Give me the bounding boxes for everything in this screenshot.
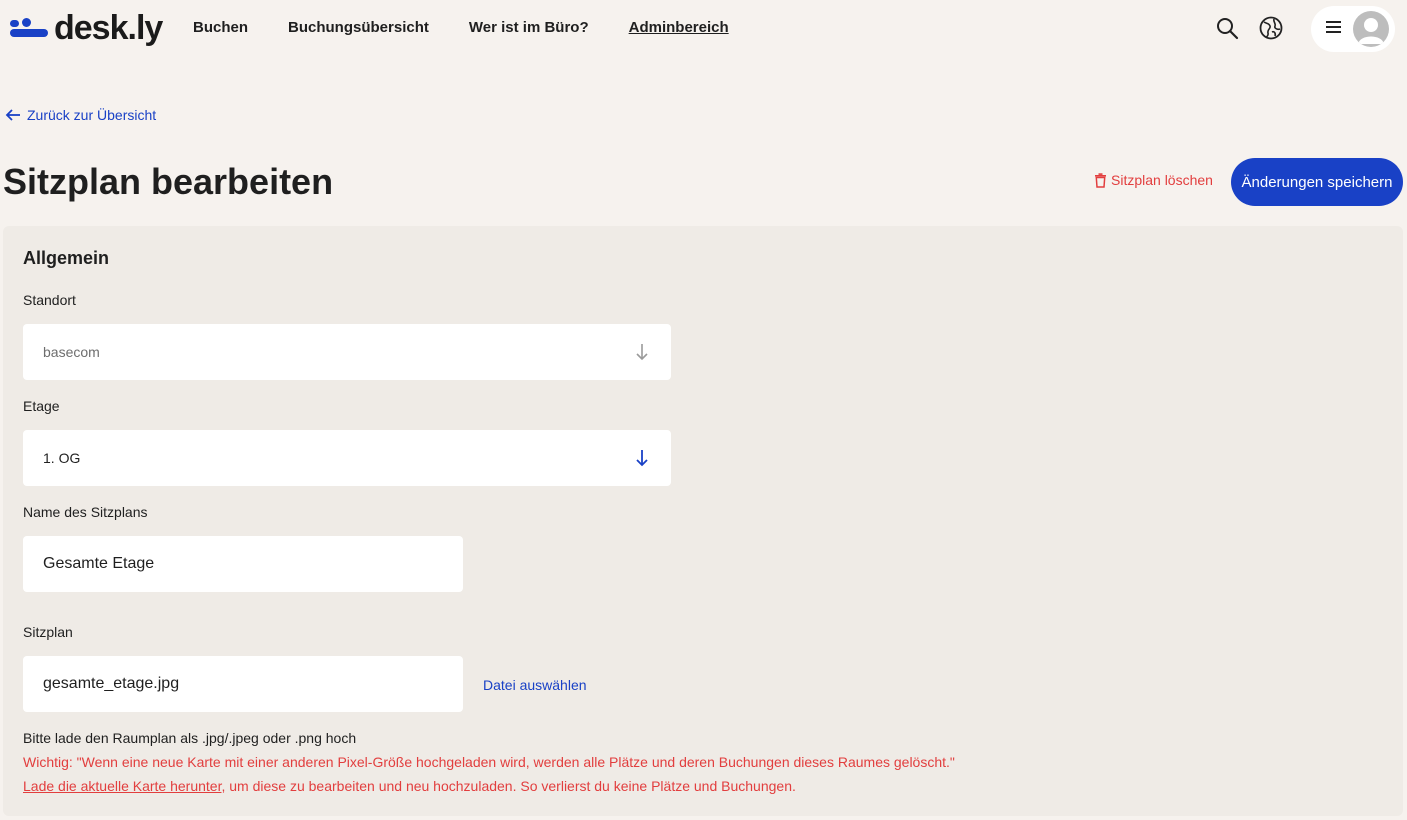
download-hint-text: , um diese zu bearbeiten und neu hochzul…	[221, 778, 796, 794]
sitzplan-label: Sitzplan	[23, 624, 73, 640]
name-label: Name des Sitzplans	[23, 504, 148, 520]
logo-mark-icon	[10, 18, 50, 38]
download-hint: Lade die aktuelle Karte herunter, um die…	[23, 774, 796, 798]
save-changes-button[interactable]: Änderungen speichern	[1231, 158, 1403, 206]
format-hint: Bitte lade den Raumplan als .jpg/.jpeg o…	[23, 730, 357, 746]
avatar	[1353, 11, 1389, 47]
search-icon[interactable]	[1213, 14, 1241, 42]
etage-select[interactable]: 1. OG	[23, 430, 671, 486]
etage-value: 1. OG	[43, 450, 81, 466]
section-title: Allgemein	[23, 248, 110, 268]
main-nav: Buchen Buchungsübersicht Wer ist im Büro…	[193, 18, 769, 38]
desklyl-logo[interactable]: desk.ly	[10, 8, 163, 48]
warning-hint: Wichtig: "Wenn eine neue Karte mit einer…	[23, 754, 955, 770]
choose-file-button[interactable]: Datei auswählen	[483, 677, 587, 693]
back-to-overview-link[interactable]: Zurück zur Übersicht	[5, 107, 156, 123]
page-title: Sitzplan bearbeiten	[3, 161, 334, 202]
etage-label: Etage	[23, 398, 60, 414]
nav-item-buchungsuebersicht[interactable]: Buchungsübersicht	[288, 18, 429, 38]
arrow-down-icon	[636, 344, 648, 361]
logo-text: desk.ly	[54, 9, 163, 47]
arrow-left-icon	[5, 109, 20, 121]
menu-icon	[1325, 20, 1343, 39]
nav-item-buchen[interactable]: Buchen	[193, 18, 248, 38]
user-menu-button[interactable]	[1311, 6, 1395, 52]
standort-label: Standort	[23, 292, 76, 308]
arrow-down-icon	[636, 450, 648, 467]
trash-icon	[1095, 172, 1106, 188]
seatplan-name-input[interactable]: Gesamte Etage	[23, 536, 463, 592]
standort-value: basecom	[43, 344, 100, 360]
top-navigation-bar: desk.ly Buchen Buchungsübersicht Wer ist…	[0, 0, 1407, 58]
seatplan-file-input[interactable]: gesamte_etage.jpg	[23, 656, 463, 712]
standort-select[interactable]: basecom	[23, 324, 671, 380]
general-settings-card: Allgemein Standort basecom Etage 1. OG N…	[3, 226, 1403, 816]
delete-label: Sitzplan löschen	[1111, 172, 1213, 188]
delete-seatplan-button[interactable]: Sitzplan löschen	[1094, 172, 1213, 188]
nav-item-adminbereich[interactable]: Adminbereich	[629, 18, 729, 38]
back-link-label: Zurück zur Übersicht	[27, 107, 157, 123]
nav-item-wer-ist-im-buero[interactable]: Wer ist im Büro?	[469, 18, 589, 38]
download-current-map-link[interactable]: Lade die aktuelle Karte herunter	[23, 778, 221, 794]
globe-icon[interactable]	[1257, 14, 1285, 42]
